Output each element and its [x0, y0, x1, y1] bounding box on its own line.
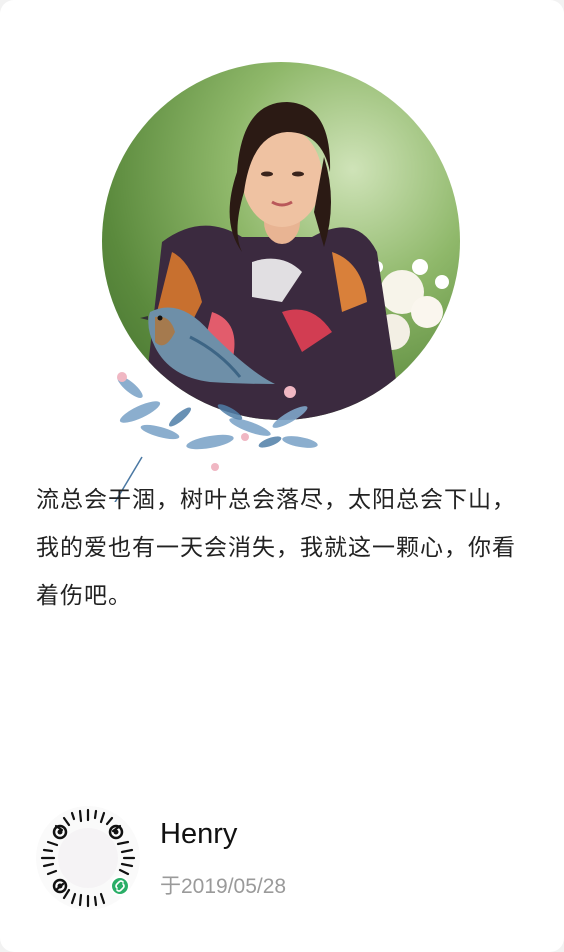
mini-program-qr-code[interactable] [36, 806, 140, 910]
mini-program-badge-icon [110, 876, 130, 896]
share-card: 流总会干涸，树叶总会落尽，太阳总会下山，我的爱也有一天会消失，我就这一颗心，你看… [0, 0, 564, 952]
author-name: Henry [160, 818, 238, 850]
author-footer: Henry 于2019/05/28 [36, 806, 536, 916]
poem-text: 流总会干涸，树叶总会落尽，太阳总会下山，我的爱也有一天会消失，我就这一颗心，你看… [36, 487, 516, 609]
bird-decoration [100, 292, 340, 515]
photo-section [100, 62, 462, 515]
post-date: 于2019/05/28 [160, 875, 287, 898]
